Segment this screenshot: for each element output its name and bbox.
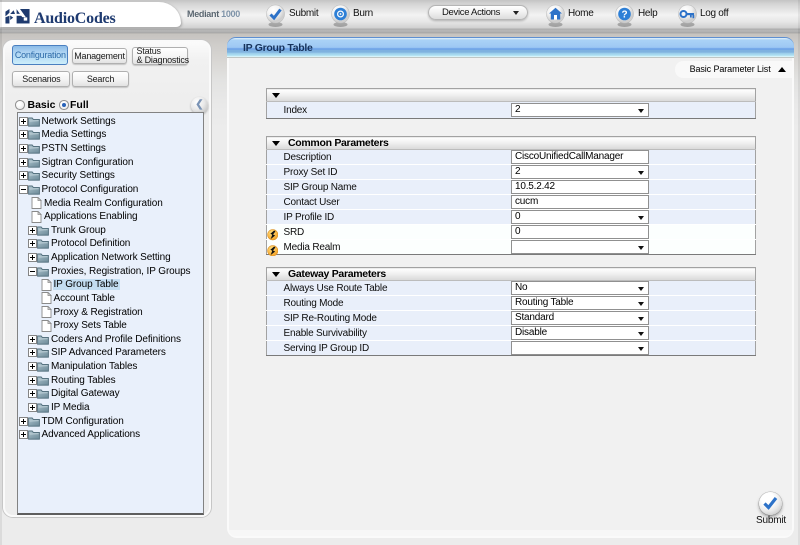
svg-text:?: ?	[621, 10, 627, 21]
